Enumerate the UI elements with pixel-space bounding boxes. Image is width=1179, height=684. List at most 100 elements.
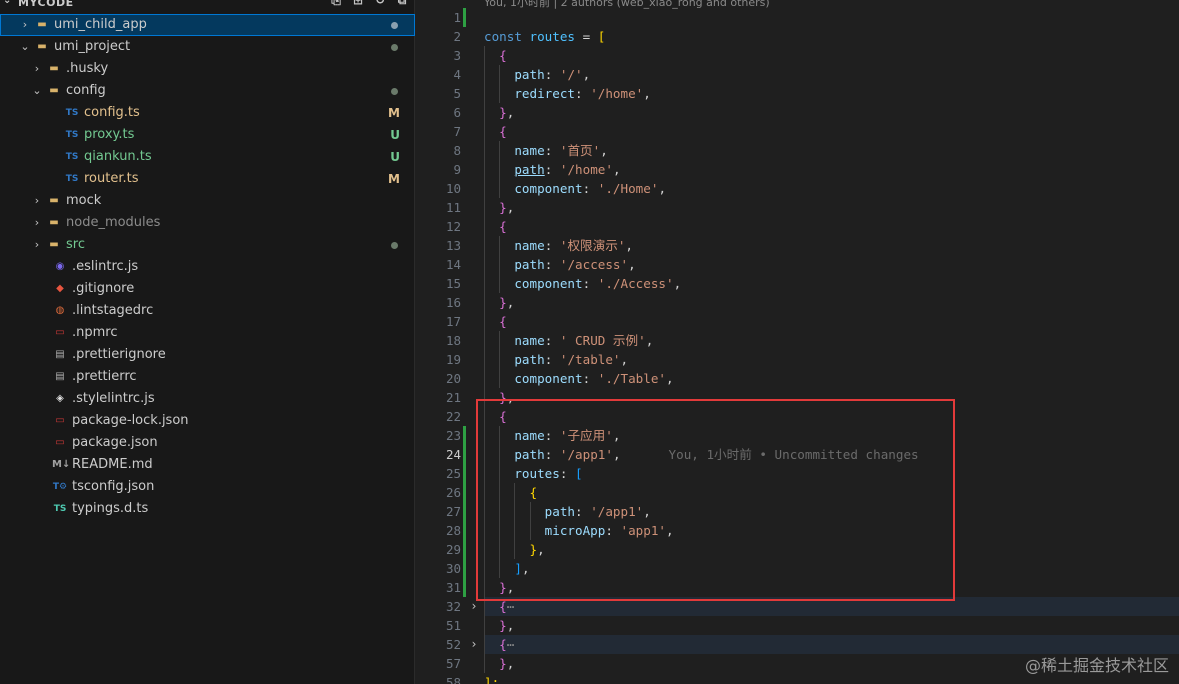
line-number: 7 — [453, 124, 461, 139]
tree-item[interactable]: ▭ package-lock.json — [0, 410, 415, 432]
chevron-right-icon[interactable]: › — [468, 597, 480, 616]
code-line[interactable]: }, — [484, 293, 1179, 312]
code-line[interactable]: }, — [484, 103, 1179, 122]
tree-item[interactable]: TS router.ts M — [0, 168, 415, 190]
explorer-header[interactable]: ⌄ MYCODE ⎘ ⊞ ↻ ⧉ — [0, 0, 415, 9]
tree-item[interactable]: M↓ README.md — [0, 454, 415, 476]
code-line[interactable]: microApp: 'app1', — [484, 521, 1179, 540]
tree-item[interactable]: T⚙ tsconfig.json — [0, 476, 415, 498]
tree-item[interactable]: ⌄ ▬ umi_project — [0, 36, 415, 58]
code-token: } — [499, 105, 507, 120]
code-line[interactable]: { — [484, 122, 1179, 141]
tree-item[interactable]: ▭ package.json — [0, 432, 415, 454]
tree-item[interactable]: TS typings.d.ts — [0, 498, 415, 520]
chevron-right-icon[interactable]: › — [30, 234, 44, 256]
git-file-icon: ◆ — [56, 283, 64, 294]
line-number: 58 — [445, 675, 461, 684]
code-line[interactable]: }, — [484, 578, 1179, 597]
indent-guide — [484, 198, 485, 217]
code-token: : — [605, 523, 621, 538]
code-line[interactable]: path: '/app1', You, 1小时前 • Uncommitted ch… — [484, 445, 1179, 464]
code-line[interactable]: component: './Table', — [484, 369, 1179, 388]
tree-item[interactable]: ▭ .npmrc — [0, 322, 415, 344]
collapse-icon[interactable]: ⧉ — [395, 0, 409, 7]
tree-item[interactable]: TS qiankun.ts U — [0, 146, 415, 168]
new-file-icon[interactable]: ⎘ — [329, 0, 343, 7]
indent-guide — [499, 540, 501, 559]
code-line[interactable]: }, — [484, 198, 1179, 217]
tree-item[interactable]: › ▬ src — [0, 234, 415, 256]
typescript-file-icon: TS — [65, 174, 79, 184]
code-token: const — [484, 29, 530, 44]
code-line[interactable]: ], — [484, 559, 1179, 578]
code-line[interactable]: path: '/table', — [484, 350, 1179, 369]
code-line[interactable]: }, — [484, 388, 1179, 407]
code-line[interactable]: path: '/access', — [484, 255, 1179, 274]
tree-item[interactable]: ▤ .prettierignore — [0, 344, 415, 366]
refresh-icon[interactable]: ↻ — [373, 0, 387, 7]
code-area[interactable]: const routes = [ { path: '/', redirect: … — [484, 8, 1179, 684]
code-token: , — [506, 390, 515, 405]
code-line[interactable]: path: '/', — [484, 65, 1179, 84]
code-line[interactable]: component: './Home', — [484, 179, 1179, 198]
chevron-right-icon[interactable]: › — [468, 635, 480, 654]
code-line[interactable]: redirect: '/home', — [484, 84, 1179, 103]
chevron-right-icon[interactable]: › — [30, 190, 44, 212]
folder-icon: ▬ — [49, 195, 59, 206]
code-line[interactable]: { — [484, 483, 1179, 502]
indent-guide — [484, 521, 485, 540]
code-token: { — [499, 219, 507, 234]
chevron-right-icon[interactable]: › — [30, 212, 44, 234]
code-line[interactable]: component: './Access', — [484, 274, 1179, 293]
tree-item[interactable]: › ▬ .husky — [0, 58, 415, 80]
code-line[interactable]: path: '/home', — [484, 160, 1179, 179]
code-line[interactable]: routes: [ — [484, 464, 1179, 483]
code-line[interactable]: {⋯ — [484, 597, 1179, 616]
tree-item[interactable]: › ▬ node_modules — [0, 212, 415, 234]
code-line[interactable]: { — [484, 46, 1179, 65]
line-number: 5 — [453, 86, 461, 101]
tree-item[interactable]: › ▬ umi_child_app — [0, 14, 415, 36]
tree-item[interactable]: ◆ .gitignore — [0, 278, 415, 300]
code-line[interactable]: name: '首页', — [484, 141, 1179, 160]
indent-guide — [484, 274, 485, 293]
tree-item[interactable]: TS config.ts M — [0, 102, 415, 124]
code-line[interactable]: name: '权限演示', — [484, 236, 1179, 255]
code-line[interactable]: }, — [484, 616, 1179, 635]
tree-item-label: umi_project — [54, 39, 131, 54]
tree-item[interactable]: TS proxy.ts U — [0, 124, 415, 146]
chevron-down-icon[interactable]: ⌄ — [3, 0, 11, 6]
code-line[interactable]: path: '/app1', — [484, 502, 1179, 521]
code-line[interactable]: const routes = [ — [484, 27, 1179, 46]
code-line[interactable]: }, — [484, 540, 1179, 559]
tree-item[interactable]: ◈ .stylelintrc.js — [0, 388, 415, 410]
git-status-badge: M — [388, 106, 400, 120]
code-line[interactable]: name: ' CRUD 示例', — [484, 331, 1179, 350]
indent-guide — [484, 635, 485, 654]
chevron-down-icon[interactable]: ⌄ — [30, 80, 44, 102]
code-line[interactable] — [484, 8, 1179, 27]
chevron-right-icon[interactable]: › — [30, 58, 44, 80]
tree-item-label: node_modules — [66, 215, 161, 230]
code-line[interactable]: { — [484, 407, 1179, 426]
tree-item[interactable]: ◍ .lintstagedrc — [0, 300, 415, 322]
chevron-right-icon[interactable]: › — [18, 14, 32, 36]
explorer-sidebar: ⌄ MYCODE ⎘ ⊞ ↻ ⧉ › ▬ umi_child_app ⌄ ▬ umi_pr… — [0, 0, 415, 684]
new-folder-icon[interactable]: ⊞ — [351, 0, 365, 7]
code-line[interactable]: { — [484, 217, 1179, 236]
code-line[interactable]: name: '子应用', — [484, 426, 1179, 445]
code-token: } — [499, 580, 507, 595]
tree-item[interactable]: ⌄ ▬ config — [0, 80, 415, 102]
tree-item[interactable]: › ▬ mock — [0, 190, 415, 212]
tree-item[interactable]: ◉ .eslintrc.js — [0, 256, 415, 278]
code-token: '子应用' — [559, 428, 613, 443]
tree-item[interactable]: ▤ .prettierrc — [0, 366, 415, 388]
code-line[interactable]: { — [484, 312, 1179, 331]
code-editor[interactable]: You, 1小时前 | 2 authors (web_xiao_rong and… — [416, 0, 1179, 684]
chevron-down-icon[interactable]: ⌄ — [18, 36, 32, 58]
code-token: path — [514, 67, 545, 82]
